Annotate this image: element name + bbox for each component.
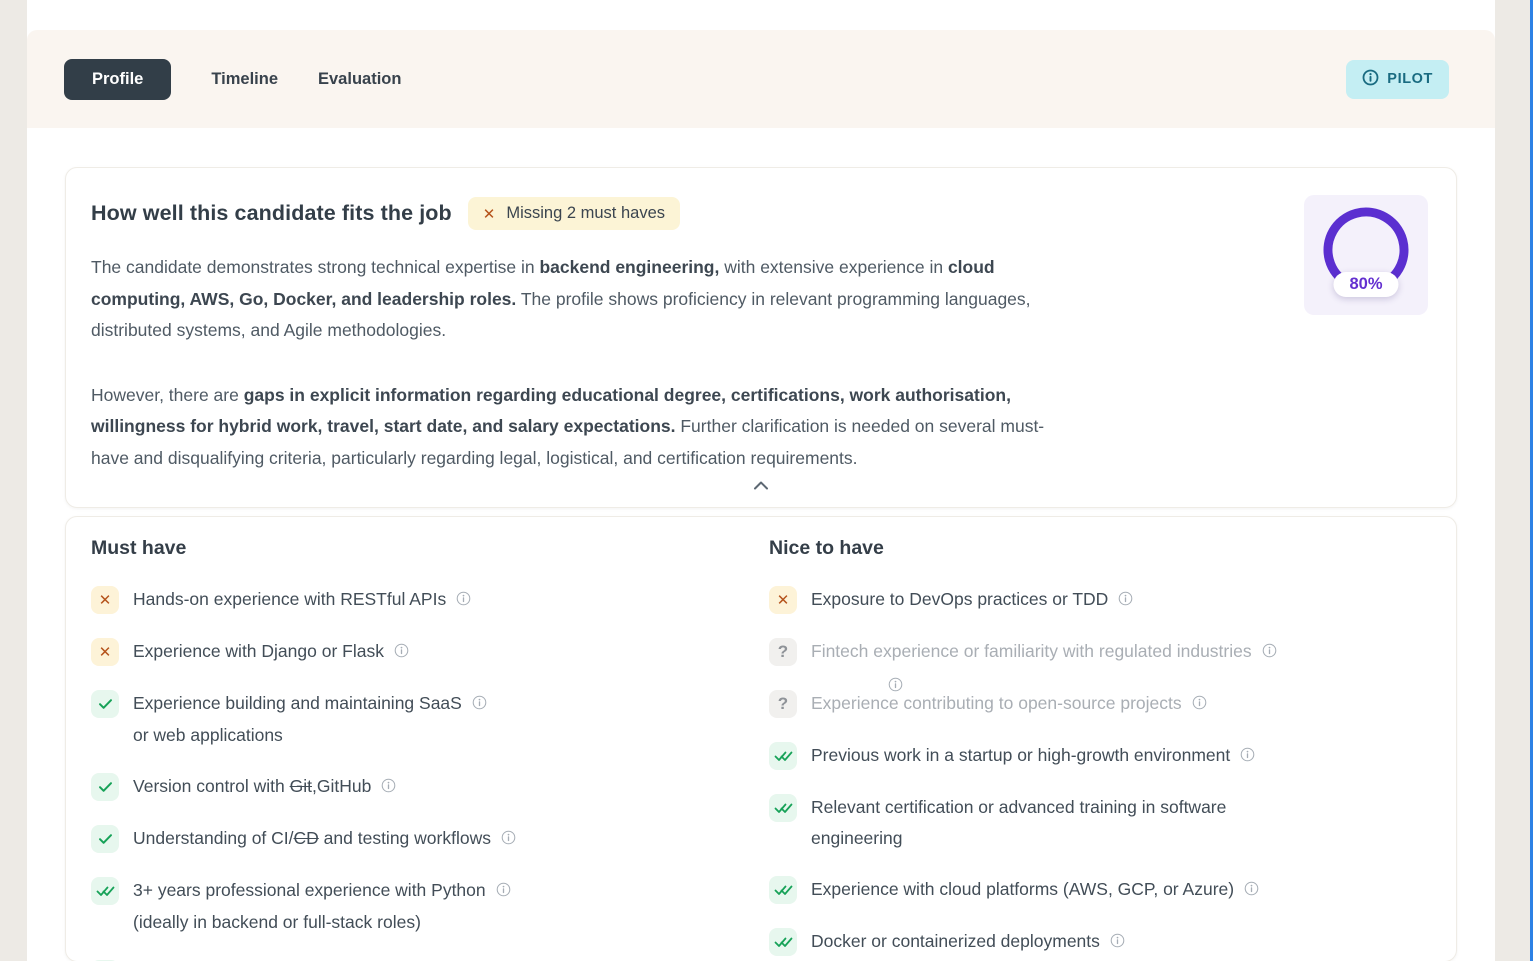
- fit-score-value: 80%: [1333, 272, 1398, 297]
- criteria-item-label: Docker or containerized deployments: [811, 926, 1125, 958]
- criteria-item-label: Experience with cloud platforms (AWS, GC…: [811, 874, 1259, 906]
- check-icon: [91, 825, 119, 853]
- info-icon[interactable]: [456, 585, 471, 616]
- criteria-item-label: Fintech experience or familiarity with r…: [811, 636, 1277, 668]
- double-check-icon: [91, 877, 119, 905]
- summary-header: How well this candidate fits the job ✕ M…: [91, 197, 1430, 230]
- info-icon[interactable]: [1192, 689, 1207, 720]
- double-check-icon: [769, 928, 797, 956]
- missing-badge-label: Missing 2 must haves: [506, 204, 665, 223]
- criteria-item: ✕ Exposure to DevOps practices or TDD: [769, 584, 1430, 616]
- info-icon[interactable]: [394, 637, 409, 668]
- check-icon: [91, 773, 119, 801]
- info-icon[interactable]: [1240, 741, 1255, 772]
- pilot-badge[interactable]: PILOT: [1346, 60, 1449, 99]
- fit-score-tile: 80%: [1304, 195, 1428, 315]
- criteria-item: Understanding of CI/CD and testing workf…: [91, 823, 743, 855]
- summary-text: The candidate demonstrates strong techni…: [91, 252, 1271, 474]
- info-icon[interactable]: [1110, 927, 1125, 958]
- double-check-icon: [769, 876, 797, 904]
- criteria-item-label: Hands-on experience with RESTful APIs: [133, 584, 471, 616]
- x-icon: ✕: [91, 586, 119, 614]
- criteria-item: Version control with Git,GitHub: [91, 771, 743, 803]
- criteria-item-label: Experience contributing to open-source p…: [811, 688, 1207, 720]
- x-icon: ✕: [91, 638, 119, 666]
- info-icon[interactable]: [1118, 585, 1133, 616]
- criteria-item-label: Experience building and maintaining SaaS…: [133, 688, 487, 751]
- tab-timeline[interactable]: Timeline: [211, 59, 278, 100]
- tab-evaluation[interactable]: Evaluation: [318, 59, 401, 100]
- app-panel: Profile Timeline Evaluation PILOT How well…: [27, 0, 1495, 961]
- must-have-list: ✕ Hands-on experience with RESTful APIs ✕ E…: [91, 584, 743, 961]
- info-icon[interactable]: [501, 824, 516, 855]
- summary-title: How well this candidate fits the job: [91, 201, 452, 226]
- check-icon: [91, 690, 119, 718]
- fit-summary-card: How well this candidate fits the job ✕ M…: [65, 167, 1457, 508]
- double-check-icon: [769, 742, 797, 770]
- criteria-item: 3+ years professional experience with Py…: [91, 875, 743, 938]
- criteria-item-label: Experience with Django or Flask: [133, 636, 409, 668]
- x-icon: ✕: [483, 205, 496, 223]
- criteria-item: Relevant certification or advanced train…: [769, 792, 1430, 854]
- nice-to-have-column: Nice to have ✕ Exposure to DevOps practic…: [769, 537, 1430, 961]
- main-content: How well this candidate fits the job ✕ M…: [27, 128, 1495, 961]
- criteria-item-label: Exposure to DevOps practices or TDD: [811, 584, 1133, 616]
- info-icon[interactable]: [472, 689, 487, 720]
- criteria-item: Experience building and maintaining SaaS…: [91, 688, 743, 751]
- criteria-item-label: Relevant certification or advanced train…: [811, 792, 1226, 854]
- nice-to-have-list: ✕ Exposure to DevOps practices or TDD? Fin…: [769, 584, 1430, 958]
- collapse-summary-button[interactable]: [66, 473, 1456, 499]
- pilot-label: PILOT: [1387, 71, 1433, 87]
- criteria-item: Experience with cloud platforms (AWS, GC…: [769, 874, 1430, 906]
- nice-to-have-title: Nice to have: [769, 537, 1430, 560]
- tabs: Profile Timeline Evaluation: [64, 59, 401, 100]
- question-icon: ?: [769, 638, 797, 666]
- criteria-item-label: Understanding of CI/CD and testing workf…: [133, 823, 516, 855]
- info-icon[interactable]: [496, 876, 511, 907]
- criteria-item: ? Fintech experience or familiarity with …: [769, 636, 1430, 668]
- must-have-column: Must have ✕ Hands-on experience with REST…: [91, 537, 743, 961]
- double-check-icon: [769, 794, 797, 822]
- summary-paragraph: However, there are gaps in explicit info…: [91, 380, 1271, 475]
- tab-profile[interactable]: Profile: [64, 59, 171, 100]
- chevron-up-icon: [753, 477, 769, 495]
- criteria-item: ✕ Experience with Django or Flask: [91, 636, 743, 668]
- criteria-item-label: 3+ years professional experience with Py…: [133, 875, 511, 938]
- criteria-item: Docker or containerized deployments: [769, 926, 1430, 958]
- criteria-item-label: Previous work in a startup or high-growt…: [811, 740, 1255, 772]
- summary-paragraph: The candidate demonstrates strong techni…: [91, 252, 1271, 347]
- criteria-item: Previous work in a startup or high-growt…: [769, 740, 1430, 772]
- must-have-title: Must have: [91, 537, 743, 560]
- tab-bar: Profile Timeline Evaluation PILOT: [27, 30, 1495, 128]
- question-icon: ?: [769, 690, 797, 718]
- criteria-item: ✕ Hands-on experience with RESTful APIs: [91, 584, 743, 616]
- info-icon[interactable]: [381, 772, 396, 803]
- criteria-item-label: Version control with Git,GitHub: [133, 771, 396, 803]
- criteria-card: Must have ✕ Hands-on experience with REST…: [65, 516, 1457, 961]
- info-icon: [1362, 69, 1379, 90]
- info-icon[interactable]: [1262, 637, 1277, 668]
- missing-must-haves-badge: ✕ Missing 2 must haves: [468, 197, 680, 230]
- x-icon: ✕: [769, 586, 797, 614]
- criteria-item: ? Experience contributing to open-source …: [769, 688, 1430, 720]
- criteria-columns: Must have ✕ Hands-on experience with REST…: [91, 537, 1430, 961]
- info-icon[interactable]: [1244, 875, 1259, 906]
